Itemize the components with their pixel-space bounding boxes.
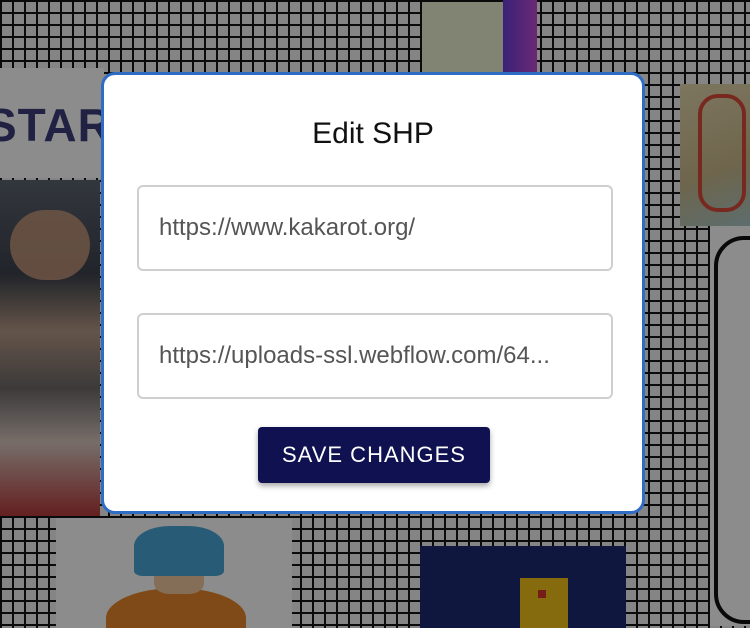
dialog-title: Edit SHP (312, 117, 434, 150)
save-changes-button[interactable]: SAVE CHANGES (258, 427, 490, 483)
image-url-input[interactable] (137, 313, 613, 399)
edit-dialog: Edit SHP SAVE CHANGES (101, 72, 645, 514)
url-input[interactable] (137, 185, 613, 271)
